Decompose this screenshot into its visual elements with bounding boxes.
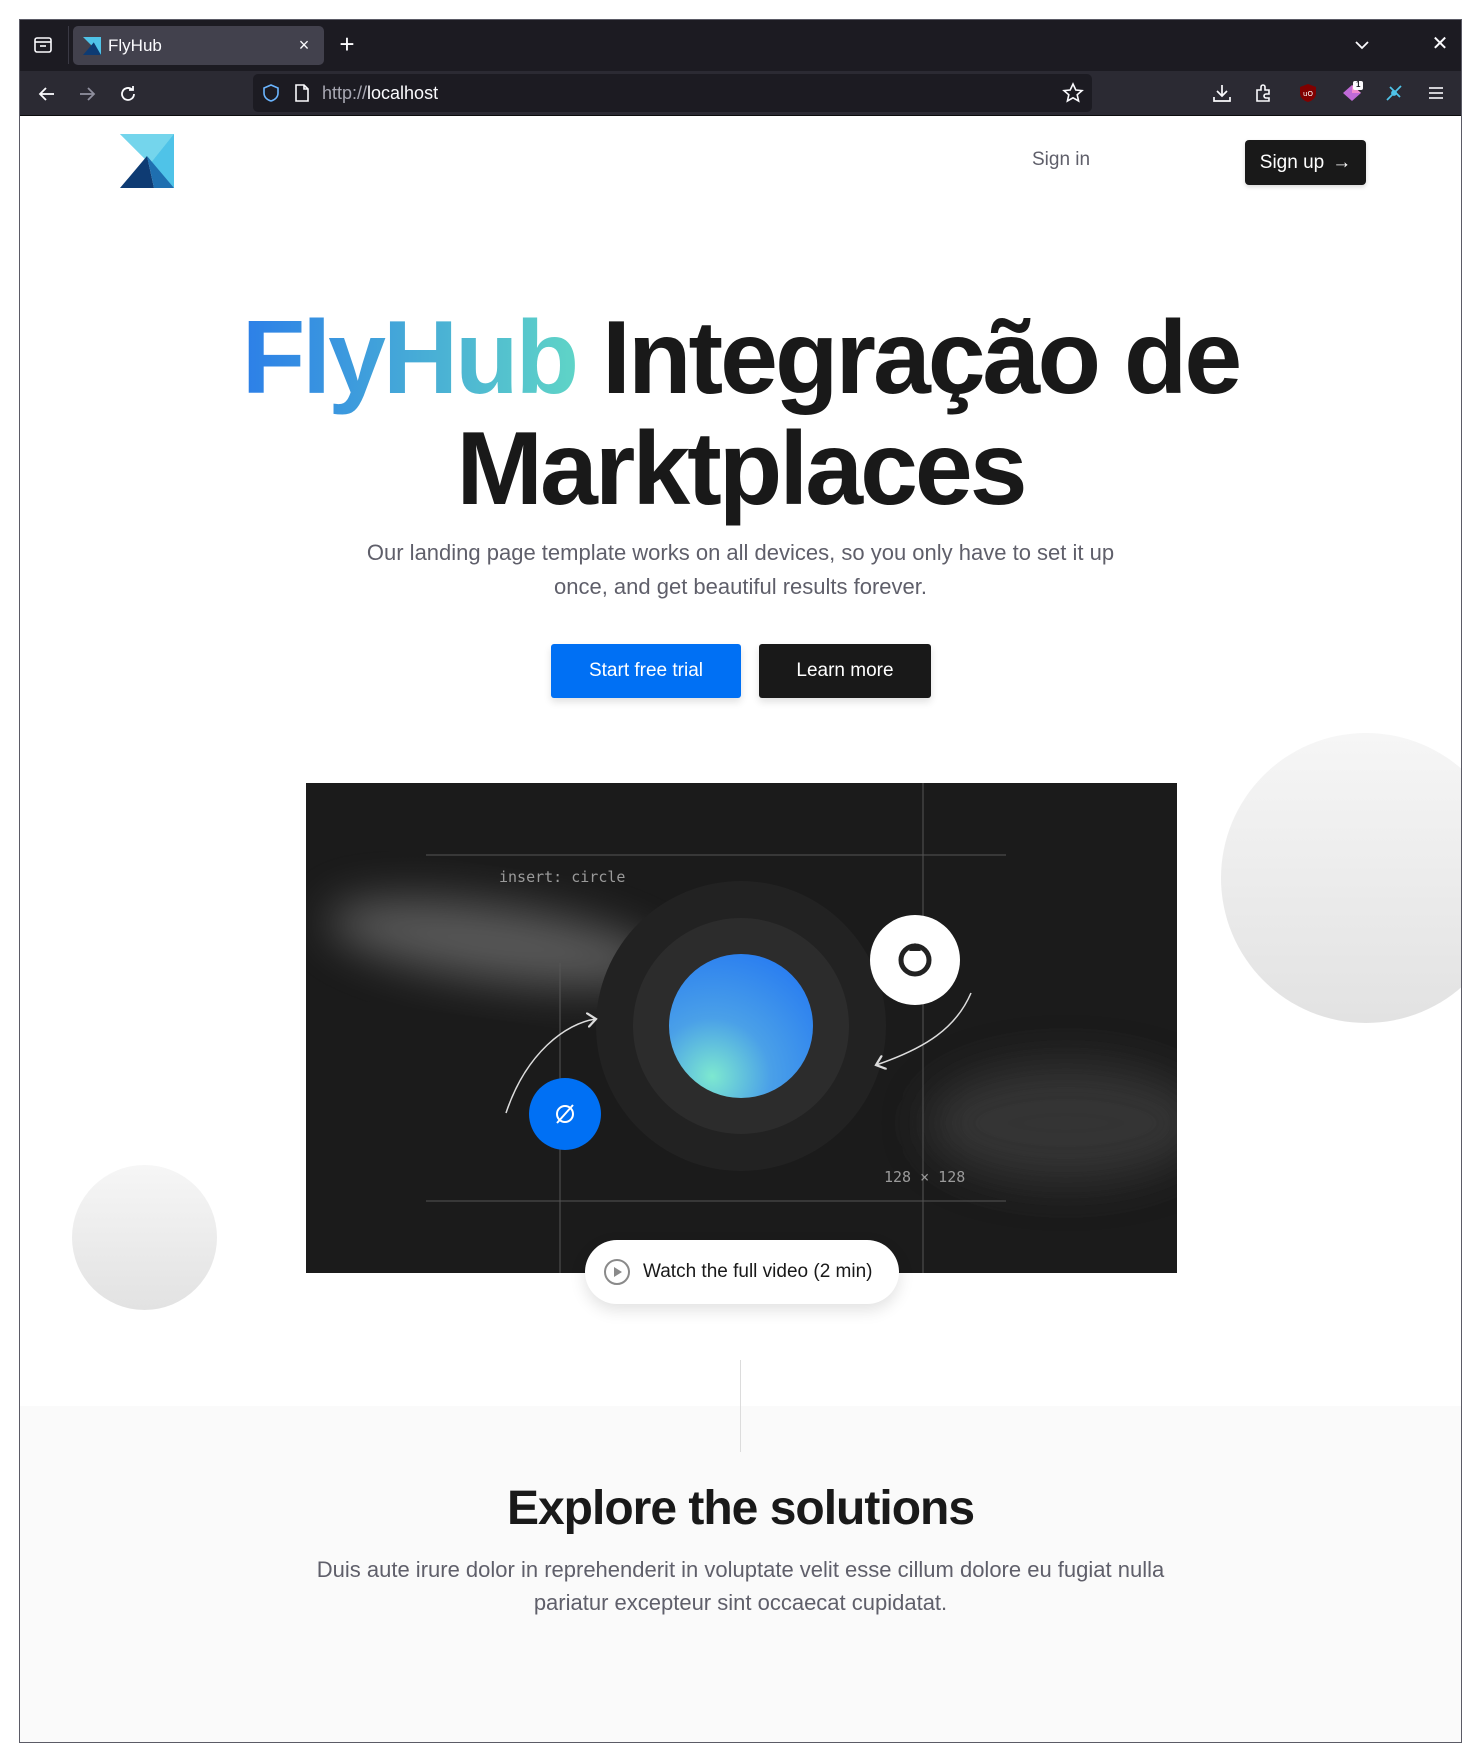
- tab-flyhub[interactable]: FlyHub ×: [73, 26, 324, 65]
- url-bar[interactable]: http://localhost: [253, 74, 1092, 112]
- video-label-size: 128 × 128: [884, 1168, 966, 1186]
- arrow-right-icon: →: [1332, 151, 1352, 173]
- play-icon: [604, 1259, 630, 1285]
- back-icon[interactable]: [34, 81, 60, 107]
- signup-label: Sign up: [1259, 151, 1325, 173]
- video-label-insert: insert: circle: [499, 868, 626, 886]
- video-illustration: [327, 783, 1177, 1273]
- watch-video-button[interactable]: Watch the full video (2 min): [585, 1240, 899, 1304]
- extensions-icon[interactable]: [1252, 81, 1276, 105]
- extension-badge-count: 1: [1356, 80, 1361, 89]
- bookmark-star-icon[interactable]: [1062, 82, 1084, 104]
- solutions-subtitle: Duis aute irure dolor in reprehenderit i…: [316, 1557, 1165, 1615]
- flyhub-logo-icon[interactable]: [120, 134, 174, 188]
- tab-title: FlyHub: [108, 35, 162, 55]
- section-divider-line: [740, 1360, 741, 1452]
- window-close-icon[interactable]: ✕: [1429, 33, 1451, 55]
- hero-subtitle: Our landing page template works on all d…: [366, 540, 1115, 599]
- url-scheme: http://: [322, 83, 368, 103]
- decorative-circle-right: [1221, 733, 1461, 1023]
- hero-brand: FlyHub: [241, 300, 579, 416]
- url-host: localhost: [367, 83, 439, 103]
- hero-title-line2: Marktplaces: [456, 411, 1027, 527]
- nav-toolbar: http://localhost uO 1: [20, 71, 1461, 116]
- forward-icon[interactable]: [74, 81, 100, 107]
- new-tab-button[interactable]: +: [335, 31, 359, 57]
- learn-more-button[interactable]: Learn more: [759, 644, 931, 698]
- app-menu-icon[interactable]: [1424, 81, 1448, 105]
- watch-video-label: Watch the full video (2 min): [643, 1261, 873, 1282]
- page-content: Sign in Sign up → FlyHub Integração de M…: [20, 116, 1461, 1742]
- page-icon[interactable]: [293, 83, 311, 103]
- decorative-circle-left: [72, 1165, 217, 1310]
- start-free-trial-button[interactable]: Start free trial: [551, 644, 741, 698]
- hero-title: FlyHub Integração de: [20, 302, 1461, 414]
- solutions-title: Explore the solutions: [506, 1482, 975, 1535]
- firefox-view-icon[interactable]: [32, 34, 54, 56]
- shield-icon[interactable]: [261, 83, 281, 103]
- download-icon[interactable]: [1210, 81, 1234, 105]
- list-all-tabs-icon[interactable]: [1351, 34, 1373, 56]
- tab-close-icon[interactable]: ×: [294, 35, 314, 55]
- svg-text:uO: uO: [1303, 90, 1313, 98]
- ublock-origin-icon[interactable]: uO: [1296, 81, 1320, 105]
- reload-icon[interactable]: [115, 81, 141, 107]
- extension-badge-icon[interactable]: 1: [1340, 80, 1364, 105]
- satellite-extension-icon[interactable]: [1382, 81, 1406, 105]
- signup-button[interactable]: Sign up →: [1245, 140, 1366, 185]
- flyhub-favicon-icon: [83, 36, 101, 55]
- tab-separator: [68, 26, 69, 64]
- video-thumbnail[interactable]: insert: circle 128 × 128: [306, 783, 1177, 1273]
- signin-link[interactable]: Sign in: [1032, 149, 1090, 171]
- browser-window: FlyHub × + ✕ http://localhost uO 1 Sign …: [19, 19, 1462, 1743]
- url-text[interactable]: http://localhost: [322, 83, 438, 104]
- hero-title-rest: Integração de: [576, 300, 1242, 416]
- tab-strip: FlyHub × + ✕: [20, 20, 1461, 71]
